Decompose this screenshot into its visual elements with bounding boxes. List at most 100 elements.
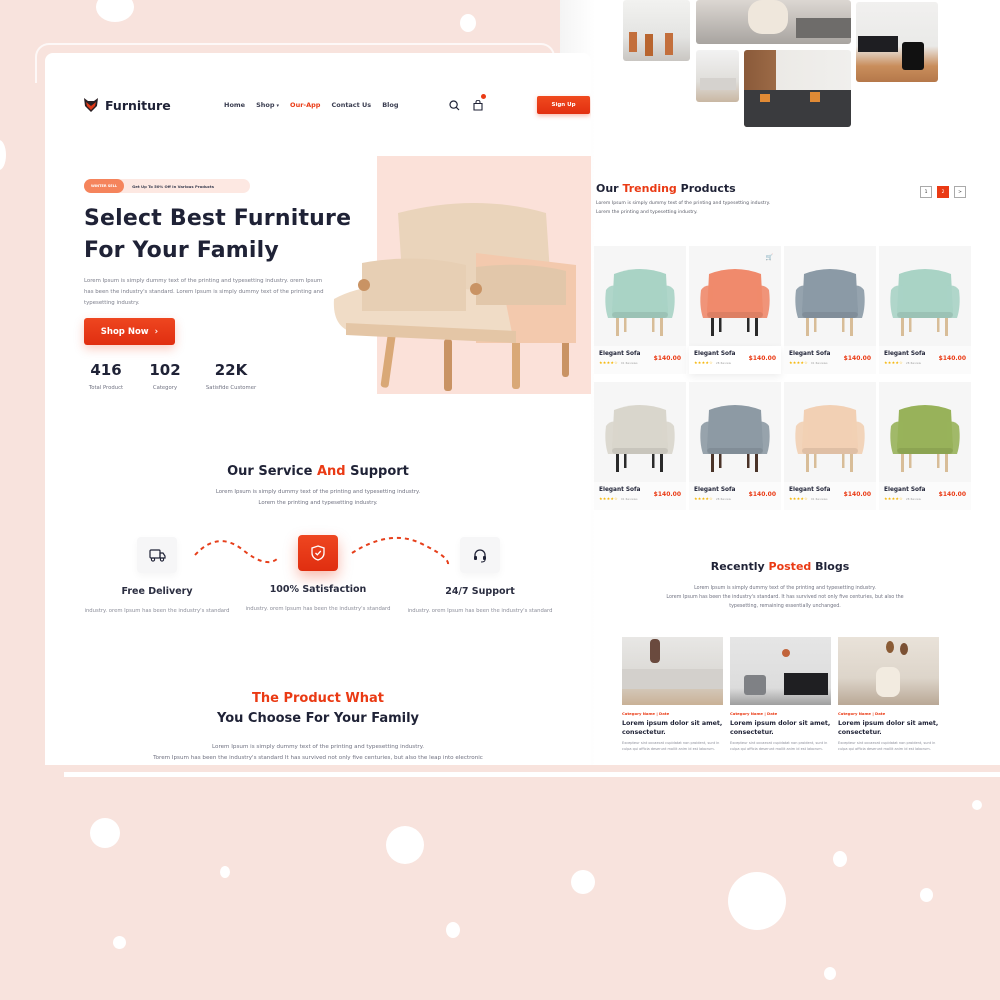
blog-card[interactable]: Category Name | Date Lorem ipsum dolor s… <box>622 637 723 752</box>
blog-title[interactable]: Lorem ipsum dolor sit amet, consectetur. <box>838 719 939 737</box>
sign-up-button[interactable]: Sign Up <box>537 96 590 114</box>
product-name[interactable]: Elegant Sofa <box>789 351 830 357</box>
rating-stars: ★★★★☆ 28 Review <box>884 496 922 501</box>
nav-link-our-app[interactable]: Our-App <box>290 101 320 109</box>
page-2-button[interactable]: 2 <box>937 186 949 198</box>
rating-stars: ★★★★☆ 01 Reviews <box>789 360 828 365</box>
product-name[interactable]: Elegant Sofa <box>884 351 925 357</box>
product-section-title: You Choose For Your Family <box>216 711 420 726</box>
product-name[interactable]: Elegant Sofa <box>694 487 735 493</box>
product-price: $140.00 <box>653 491 681 498</box>
product-card[interactable]: Elegant Sofa ★★★★☆ 01 Reviews $140.00 <box>594 246 686 374</box>
stat-label: Total Product <box>88 385 124 391</box>
stat-value: 22K <box>214 361 248 379</box>
stat-category: 102 Category <box>142 361 188 391</box>
blog-card[interactable]: Category Name | Date Lorem ipsum dolor s… <box>730 637 831 752</box>
review-count: 01 Reviews <box>620 362 638 365</box>
shield-check-icon <box>311 545 325 561</box>
navbar: Furniture Home Shop ▾ Our-App Contact Us … <box>83 93 590 117</box>
review-count: 28 Review <box>715 498 732 501</box>
nav-link-contact[interactable]: Contact Us <box>331 101 371 109</box>
decor-dot <box>571 870 595 894</box>
product-price: $140.00 <box>748 355 776 362</box>
blog-title[interactable]: Lorem ipsum dolor sit amet, consectetur. <box>730 719 831 737</box>
product-card[interactable]: Elegant Sofa ★★★★☆ 01 Reviews $140.00 <box>784 382 876 510</box>
nav-link-blog[interactable]: Blog <box>382 101 398 109</box>
shop-now-button[interactable]: Shop Now › <box>84 318 175 345</box>
product-name[interactable]: Elegant Sofa <box>599 487 640 493</box>
stat-label: Satisfide Customer <box>205 385 257 391</box>
chevron-down-icon: ▾ <box>276 103 280 109</box>
product-section-title-accent: The Product What <box>252 691 384 706</box>
blog-excerpt: Excepteur sint occaecat cupidatat non pr… <box>838 741 936 751</box>
service-icon-box <box>460 537 500 573</box>
add-to-cart-icon[interactable]: 🛒 <box>766 254 773 261</box>
gallery-image-sofa-small <box>696 50 739 102</box>
blog-category[interactable]: Category Name | Date <box>838 711 939 716</box>
product-image <box>700 405 770 472</box>
title-text: Our <box>596 182 623 195</box>
product-price: $140.00 <box>843 491 871 498</box>
service-title-text: 100% Satisfaction <box>269 584 367 595</box>
product-card[interactable]: 🛒 Elegant Sofa ★★★★☆ 28 Review $140.00 <box>689 246 781 374</box>
title-accent-text: And <box>316 464 346 479</box>
title-accent-text: Posted <box>768 560 812 573</box>
stat-value: 102 <box>149 361 181 379</box>
shop-now-label: Shop Now <box>100 326 149 337</box>
gallery-image-dining <box>623 0 690 61</box>
product-card[interactable]: Elegant Sofa ★★★★☆ 01 Reviews $140.00 <box>594 382 686 510</box>
desc-line: Lorem Ipsum is simply dummy text of the … <box>596 201 771 206</box>
decor-dot <box>833 851 847 867</box>
decor-dot <box>972 800 982 810</box>
blog-card[interactable]: Category Name | Date Lorem ipsum dolor s… <box>838 637 939 752</box>
hero-title-line: Select Best Furniture <box>84 206 352 231</box>
decor-dot <box>113 936 126 949</box>
blog-title[interactable]: Lorem ipsum dolor sit amet, consectetur. <box>622 719 723 737</box>
product-card[interactable]: Elegant Sofa ★★★★☆ 28 Review $140.00 <box>879 246 971 374</box>
desc-line: Lorem the printing and typesetting indus… <box>596 210 698 215</box>
stat-label: Category <box>152 385 178 391</box>
product-name[interactable]: Elegant Sofa <box>884 487 925 493</box>
service-icon-box <box>298 535 338 571</box>
nav-link-shop[interactable]: Shop ▾ <box>256 101 279 109</box>
logo[interactable]: Furniture <box>83 97 171 113</box>
product-card[interactable]: Elegant Sofa ★★★★☆ 28 Review $140.00 <box>879 382 971 510</box>
title-accent-text: Trending <box>622 182 677 195</box>
blog-category[interactable]: Category Name | Date <box>622 711 723 716</box>
decor-dot <box>96 0 134 22</box>
cart-button[interactable] <box>473 93 486 115</box>
decor-dot <box>728 872 786 930</box>
product-info: Elegant Sofa ★★★★☆ 28 Review $140.00 <box>879 482 971 510</box>
desc-line: Lorem Ipsum is simply dummy text of the … <box>212 744 424 750</box>
nav-icons <box>449 93 486 115</box>
decor-dot <box>220 866 230 878</box>
blog-image <box>622 637 723 705</box>
next-page-button[interactable]: > <box>954 186 966 198</box>
review-count: 01 Reviews <box>810 362 828 365</box>
product-price: $140.00 <box>653 355 681 362</box>
service-free-delivery: Free Delivery industry. orem Ipsum has b… <box>77 537 237 616</box>
truck-icon <box>148 548 166 562</box>
nav-link-home[interactable]: Home <box>224 101 245 109</box>
left-page-panel: Furniture Home Shop ▾ Our-App Contact Us … <box>45 53 591 765</box>
product-info: Elegant Sofa ★★★★☆ 28 Review $140.00 <box>689 346 781 374</box>
gallery-image-sectional <box>744 50 851 127</box>
service-satisfaction: 100% Satisfaction industry. orem Ipsum h… <box>238 535 398 614</box>
title-text: Products <box>676 182 736 195</box>
product-info: Elegant Sofa ★★★★☆ 28 Review $140.00 <box>879 346 971 374</box>
desc-line: Torem Ipsum has been the industry's stan… <box>153 755 483 761</box>
product-name[interactable]: Elegant Sofa <box>694 351 735 357</box>
blog-category[interactable]: Category Name | Date <box>730 711 831 716</box>
product-name[interactable]: Elegant Sofa <box>789 487 830 493</box>
promo-text: Get Up To 50% Off In Various Products <box>132 183 214 189</box>
decor-dot <box>460 14 476 32</box>
title-text: Blogs <box>811 560 850 573</box>
search-icon[interactable] <box>449 99 460 111</box>
page-1-button[interactable]: 1 <box>920 186 932 198</box>
rating-stars: ★★★★☆ 01 Reviews <box>789 496 828 501</box>
product-card[interactable]: Elegant Sofa ★★★★☆ 01 Reviews $140.00 <box>784 246 876 374</box>
product-name[interactable]: Elegant Sofa <box>599 351 640 357</box>
review-count: 28 Review <box>905 362 922 365</box>
desc-line: typesetting, remaining essentially uncha… <box>729 604 841 609</box>
product-card[interactable]: Elegant Sofa ★★★★☆ 28 Review $140.00 <box>689 382 781 510</box>
